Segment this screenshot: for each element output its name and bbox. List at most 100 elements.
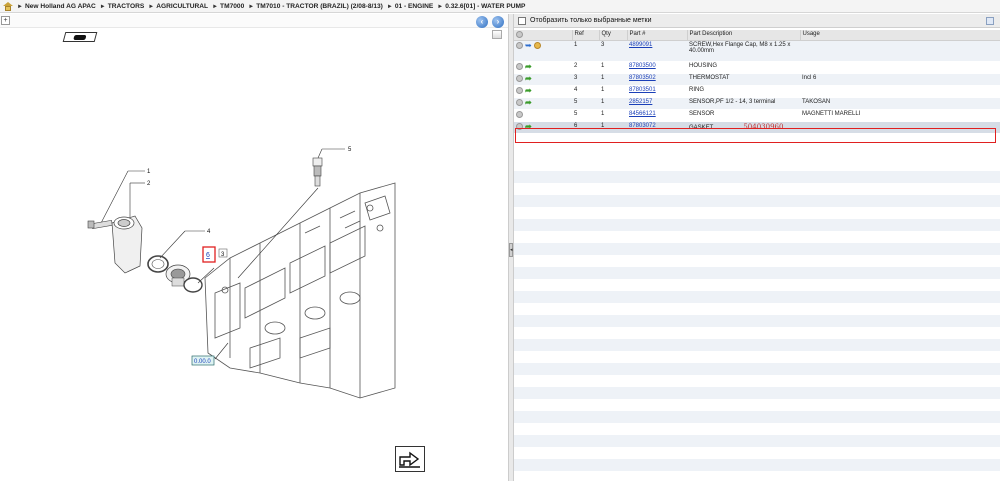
diagram-toolbar: + ‹ › [0,14,508,28]
column-header-qty[interactable]: Qty [599,30,628,41]
thermostat-part [165,264,191,287]
qty-cell: 1 [599,121,627,134]
column-header-usage[interactable]: Usage [800,30,1000,41]
qty-cell: 1 [599,109,627,122]
pane-options-icon[interactable] [986,17,994,25]
usage-cell [800,85,1000,98]
breadcrumb-item[interactable]: ► AGRICULTURAL [148,3,208,10]
breadcrumb-item[interactable]: ► TM7010 - TRACTOR (BRAZIL) (2/08-8/13) [248,3,383,10]
description-cell: RING [687,85,800,98]
qty-cell: 1 [599,61,627,74]
empty-rows [514,159,1000,481]
usage-cell [800,40,1000,62]
table-row[interactable]: 5 1 84566121 SENSOR MAGNETTI MARELLI [514,109,1000,122]
breadcrumb-item[interactable]: ► New Holland AG APAC [17,3,96,10]
parts-table: Ref Qty Part # Part Description Usage ➥ … [514,30,1000,134]
ref-cell: 6 [572,121,599,134]
exploded-diagram: 1 2 4 5 6 3 0.00.0 [87,147,396,399]
table-row[interactable]: ➥ 1 3 4899091 SCREW,Hex Flange Cap, M8 x… [514,40,1000,62]
collapse-handle[interactable]: ◂ [509,243,513,257]
breadcrumb-item[interactable]: ► TRACTORS [100,3,144,10]
column-header-description[interactable]: Part Description [687,30,801,41]
expand-icon[interactable] [516,98,523,106]
callout-6[interactable]: 6 [206,252,210,259]
qty-cell: 1 [599,85,627,98]
callout-5: 5 [348,147,352,153]
qty-cell: 1 [599,73,627,86]
expand-icon[interactable] [516,86,523,94]
part-number-link[interactable]: 87803500 [629,63,656,69]
callout-2: 2 [147,181,151,187]
ref-box-label[interactable]: 0.00.0 [194,359,211,365]
part-number-link[interactable]: 87803501 [629,87,656,93]
kit-icon[interactable] [533,41,541,49]
usage-cell [800,61,1000,74]
add-to-cart-arrow-icon[interactable]: ➦ [525,98,532,106]
icon-column-header [514,30,573,41]
breadcrumb: ► New Holland AG APAC ► TRACTORS ► AGRICULT… [0,0,1000,13]
next-arrow-icon[interactable]: › [492,16,504,28]
usage-cell: MAGNETTI MARELLI [800,109,1000,122]
diagram-pane: + ‹ › 1 2 4 5 6 3 0.00.0 [0,14,508,481]
description-cell: SENSOR [687,109,800,122]
table-row-selected[interactable]: ➦ 6 1 87803072 GASKET 504030960 [514,121,1000,134]
ref-cell: 1 [572,40,599,62]
table-row[interactable]: ➦ 2 1 87803500 HOUSING [514,61,1000,74]
callout-1: 1 [147,169,151,175]
ref-cell: 4 [572,85,599,98]
housing-part [111,215,143,274]
description-cell: SCREW,Hex Flange Cap, M8 x 1.25 x 40.00m… [687,40,800,62]
breadcrumb-item[interactable]: ► TM7000 [212,3,244,10]
description-cell: GASKET [689,124,714,131]
qty-cell: 3 [599,40,627,62]
add-to-cart-arrow-icon[interactable]: ➦ [525,74,532,82]
description-cell: THERMOSTAT [687,73,800,86]
expand-icon[interactable] [516,62,523,70]
table-row[interactable]: ➦ 4 1 87803501 RING [514,85,1000,98]
part-number-link[interactable]: 4899091 [629,42,652,48]
ref-cell: 5 [572,97,599,110]
show-selected-label: Отобразить только выбранные метки [530,17,652,24]
handwritten-note: 504030960 [743,122,784,131]
description-cell: SENSOR,PF 1/2 - 14, 3 terminal [687,97,800,110]
part-number-link[interactable]: 84566121 [629,111,656,117]
usage-cell: TAKOSAN [800,97,1000,110]
qty-cell: 1 [599,97,627,110]
expand-icon[interactable] [516,110,523,118]
home-icon[interactable] [3,1,13,11]
ref-cell: 2 [572,61,599,74]
gasket-part [183,277,203,293]
expand-icon[interactable] [516,122,523,130]
zoom-icon[interactable]: + [1,16,10,25]
info-arrow-icon[interactable]: ➥ [525,41,532,49]
parts-pane: Отобразить только выбранные метки Ref Qt… [514,14,1000,481]
add-to-cart-arrow-icon[interactable]: ➦ [525,86,532,94]
expand-icon[interactable] [516,41,523,49]
sensor-part [312,157,323,187]
column-header-ref[interactable]: Ref [572,30,600,41]
engine-block [204,182,396,399]
callout-4: 4 [207,229,211,235]
part-number-link[interactable]: 2852157 [629,99,652,105]
part-number-link[interactable]: 87803072 [629,123,656,129]
previous-arrow-icon[interactable]: ‹ [476,16,488,28]
bolt-part [87,219,113,230]
table-header: Ref Qty Part # Part Description Usage [514,30,1000,41]
add-to-cart-arrow-icon[interactable]: ➦ [525,62,532,70]
ring-part [147,255,169,273]
description-cell: HOUSING [687,61,800,74]
table-row[interactable]: ➦ 3 1 87803502 THERMOSTAT Incl 6 [514,73,1000,86]
breadcrumb-item[interactable]: ► 0.32.6[01] - WATER PUMP [437,3,525,10]
export-icon[interactable] [395,446,425,472]
expand-icon[interactable] [516,74,523,82]
part-number-link[interactable]: 87803502 [629,75,656,81]
show-selected-checkbox[interactable] [518,16,526,25]
breadcrumb-item[interactable]: ► 01 - ENGINE [387,3,433,10]
add-to-cart-arrow-icon[interactable]: ➦ [525,122,532,130]
table-row[interactable]: ➦ 5 1 2852157 SENSOR,PF 1/2 - 14, 3 term… [514,97,1000,110]
expand-all-icon[interactable] [516,31,523,38]
ref-cell: 3 [572,73,599,86]
column-header-part[interactable]: Part # [627,30,688,41]
ref-cell: 5 [572,109,599,122]
filter-bar: Отобразить только выбранные метки [514,14,1000,28]
